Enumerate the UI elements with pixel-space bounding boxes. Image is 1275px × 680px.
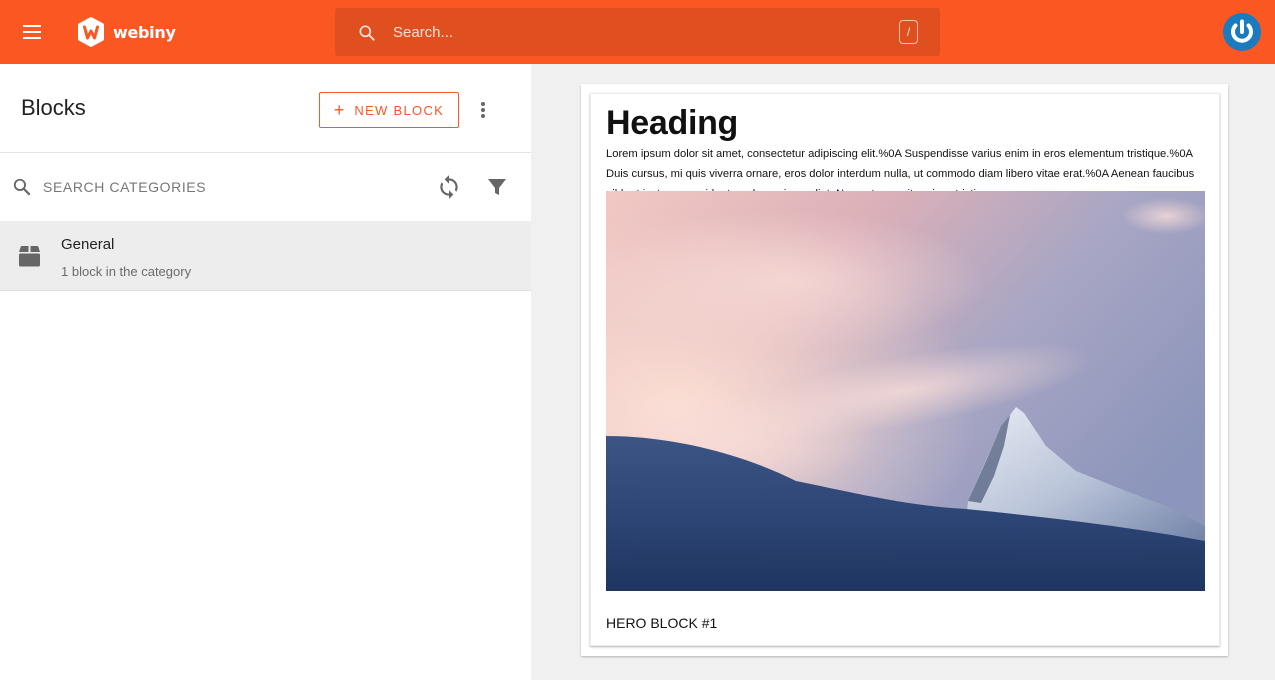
- block-name: HERO BLOCK #1: [606, 615, 718, 631]
- search-icon: [359, 25, 375, 41]
- plus-icon: +: [333, 100, 345, 120]
- more-dot: [481, 114, 485, 118]
- global-search[interactable]: /: [335, 8, 940, 56]
- more-vertical-icon: [481, 102, 485, 106]
- block-heading: Heading: [606, 104, 739, 142]
- new-block-button[interactable]: + NEW BLOCK: [319, 92, 459, 128]
- block-preview-card[interactable]: Heading Lorem ipsum dolor sit amet, cons…: [581, 84, 1228, 656]
- logo-text: webiny: [113, 22, 176, 42]
- hamburger-line: [23, 31, 41, 33]
- new-block-label: NEW BLOCK: [354, 102, 445, 118]
- webiny-hexagon-logo-icon: [78, 17, 104, 47]
- refresh-button[interactable]: [436, 174, 462, 200]
- filter-button[interactable]: [485, 174, 509, 200]
- power-user-avatar-icon: [1223, 13, 1261, 51]
- sidebar-header: Blocks + NEW BLOCK: [0, 64, 531, 153]
- global-search-input[interactable]: [393, 8, 873, 56]
- category-list-item[interactable]: General 1 block in the category: [0, 221, 531, 291]
- more-dot: [481, 108, 485, 112]
- filter-icon: [488, 179, 506, 195]
- refresh-icon: [440, 175, 458, 199]
- hamburger-line: [23, 37, 41, 39]
- main-menu-button[interactable]: [17, 16, 49, 48]
- user-menu-button[interactable]: [1222, 12, 1262, 52]
- box-icon: [19, 246, 40, 267]
- blocks-sidebar: Blocks + NEW BLOCK SEARCH CATEGORIES Gen…: [0, 64, 531, 680]
- category-description: 1 block in the category: [61, 264, 192, 279]
- category-name: General: [61, 236, 115, 253]
- hero-image: [606, 191, 1205, 591]
- block-preview: Heading Lorem ipsum dolor sit amet, cons…: [590, 93, 1220, 646]
- search-shortcut-hint: /: [899, 20, 918, 44]
- page-title: Blocks: [21, 95, 86, 120]
- hamburger-menu-icon: [23, 25, 41, 27]
- webiny-logo[interactable]: webiny: [77, 16, 176, 48]
- category-search-input[interactable]: [43, 171, 413, 203]
- search-icon: [13, 178, 31, 196]
- top-bar: webiny /: [0, 0, 1275, 64]
- mountain-image: [606, 191, 1205, 591]
- category-search-bar: [0, 153, 531, 221]
- more-options-button[interactable]: [471, 97, 495, 123]
